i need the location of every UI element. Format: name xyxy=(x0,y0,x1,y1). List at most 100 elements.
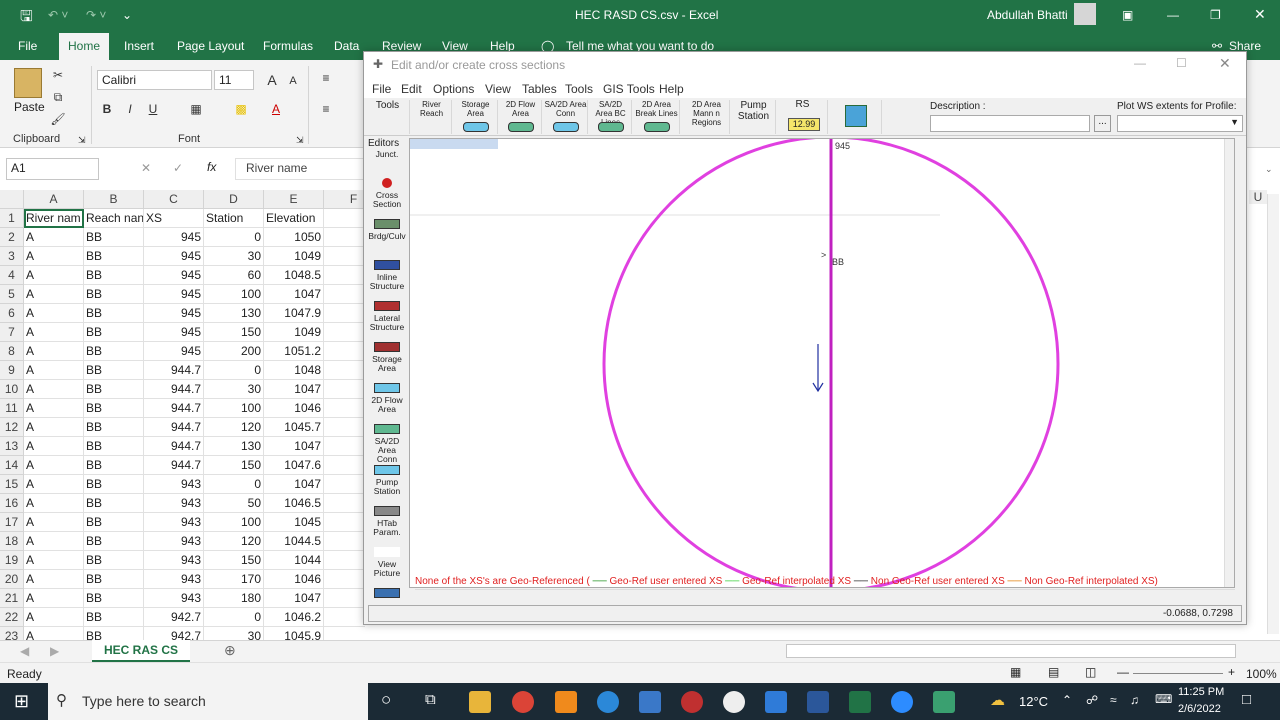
edge-icon[interactable] xyxy=(597,691,619,713)
row-header[interactable]: 23 xyxy=(0,627,24,640)
italic-button[interactable]: I xyxy=(120,100,140,118)
tab-insert[interactable]: Insert xyxy=(124,39,154,53)
menu-tables[interactable]: Tables xyxy=(522,82,557,96)
shrink-font-button[interactable]: A xyxy=(283,72,303,90)
confirm-entry-icon[interactable]: ✓ xyxy=(173,161,183,175)
name-box[interactable]: A1 xyxy=(6,158,99,180)
weather-icon[interactable]: ☁ xyxy=(990,691,1005,709)
sheet-cell[interactable]: BB xyxy=(84,361,144,380)
editor-inline-structure-button[interactable]: Inline Structure xyxy=(367,273,407,313)
sheet-cell[interactable]: BB xyxy=(84,418,144,437)
sheet-cell[interactable]: 100 xyxy=(204,399,264,418)
sheet-cell[interactable]: 944.7 xyxy=(144,380,204,399)
grow-font-button[interactable]: A xyxy=(262,71,282,89)
sheet-cell[interactable]: 100 xyxy=(204,285,264,304)
sheet-cell[interactable] xyxy=(324,247,365,266)
sheet-cell[interactable]: 50 xyxy=(204,494,264,513)
page-layout-view-icon[interactable]: ▤ xyxy=(1048,665,1059,679)
row-header[interactable]: 4 xyxy=(0,266,24,285)
sheet-cell[interactable]: A xyxy=(24,589,84,608)
save-icon[interactable]: 🖫 xyxy=(20,6,33,31)
sheet-cell[interactable]: BB xyxy=(84,570,144,589)
sheet-cell[interactable]: 945 xyxy=(144,304,204,323)
rs-button[interactable]: RS 12.99 xyxy=(778,100,828,134)
sheet-cell[interactable]: 943 xyxy=(144,475,204,494)
sheet-tab-hec-ras-cs[interactable]: HEC RAS CS xyxy=(92,640,191,662)
format-painter-icon[interactable]: 🖌 xyxy=(48,110,68,128)
normal-view-icon[interactable]: ▦ xyxy=(1010,665,1021,679)
sheet-cell[interactable]: A xyxy=(24,437,84,456)
sheet-cell[interactable]: BB xyxy=(84,551,144,570)
add-sheet-icon[interactable]: ⊕ xyxy=(224,642,236,659)
customize-qat-icon[interactable]: ⌄ xyxy=(122,8,132,22)
sheet-cell[interactable]: 1045.9 xyxy=(264,627,324,640)
column-header[interactable]: C xyxy=(144,190,204,209)
column-header[interactable]: A xyxy=(24,190,84,209)
sheet-cell[interactable]: 150 xyxy=(204,456,264,475)
row-header[interactable]: 6 xyxy=(0,304,24,323)
sheet-cell[interactable]: A xyxy=(24,399,84,418)
sheet-cell[interactable]: 1046.2 xyxy=(264,608,324,627)
sheet-cell[interactable]: 942.7 xyxy=(144,608,204,627)
sheet-cell[interactable]: BB xyxy=(84,589,144,608)
task-view-icon[interactable]: ⧉ xyxy=(425,691,436,708)
editor-cross-section-button[interactable]: Cross Section xyxy=(367,191,407,231)
sheet-cell[interactable]: 943 xyxy=(144,551,204,570)
row-header[interactable]: 7 xyxy=(0,323,24,342)
sheet-cell[interactable]: A xyxy=(24,228,84,247)
sheet-cell[interactable] xyxy=(324,494,365,513)
zoom-out-icon[interactable]: — xyxy=(1117,665,1129,679)
sheet-cell[interactable]: 1049 xyxy=(264,247,324,266)
mail-icon[interactable] xyxy=(765,691,787,713)
profile-select[interactable]: ▼ xyxy=(1117,115,1243,132)
sheet-cell[interactable]: 1047.9 xyxy=(264,304,324,323)
expand-formula-icon[interactable]: ⌄ xyxy=(1265,164,1273,175)
column-header[interactable]: B xyxy=(84,190,144,209)
sheet-cell[interactable]: XS xyxy=(144,209,204,228)
tools-button[interactable]: Tools xyxy=(366,100,410,134)
sheet-cell[interactable]: 1048.5 xyxy=(264,266,324,285)
volume-icon[interactable]: ♫ xyxy=(1130,693,1139,707)
hec-minimize-icon[interactable]: — xyxy=(1134,56,1146,70)
redo-icon[interactable]: ↷ ˅ xyxy=(86,8,106,22)
sheet-cell[interactable]: BB xyxy=(84,513,144,532)
menu-view[interactable]: View xyxy=(485,82,511,96)
sheet-cell[interactable]: 945 xyxy=(144,228,204,247)
sheet-cell[interactable]: 945 xyxy=(144,323,204,342)
copy-icon[interactable]: ⧉ xyxy=(48,88,68,106)
clock-date[interactable]: 2/6/2022 xyxy=(1178,703,1221,715)
sheet-cell[interactable]: 150 xyxy=(204,323,264,342)
row-header[interactable]: 20 xyxy=(0,570,24,589)
prev-sheet-icon[interactable]: ◀ xyxy=(20,644,29,658)
sheet-cell[interactable] xyxy=(324,323,365,342)
bold-button[interactable]: B xyxy=(97,100,117,118)
sheet-cell[interactable]: A xyxy=(24,532,84,551)
sheet-cell[interactable]: 150 xyxy=(204,551,264,570)
schematic-svg[interactable]: 945 > BB xyxy=(410,135,1234,593)
menu-options[interactable]: Options xyxy=(433,82,474,96)
sheet-cell[interactable]: 943 xyxy=(144,589,204,608)
menu-file[interactable]: File xyxy=(372,82,391,96)
close-icon[interactable]: ✕ xyxy=(1254,6,1266,23)
sheet-cell[interactable]: A xyxy=(24,323,84,342)
row-header[interactable]: 21 xyxy=(0,589,24,608)
sheet-cell[interactable]: A xyxy=(24,247,84,266)
tab-data[interactable]: Data xyxy=(334,39,359,53)
sheet-cell[interactable]: 0 xyxy=(204,361,264,380)
sheet-cell[interactable]: 60 xyxy=(204,266,264,285)
sheet-cell[interactable]: 944.7 xyxy=(144,418,204,437)
sheet-cell[interactable]: 0 xyxy=(204,608,264,627)
font-name-select[interactable]: Calibri xyxy=(97,70,212,90)
user-name[interactable]: Abdullah Bhatti xyxy=(987,8,1068,22)
sheet-cell[interactable]: 130 xyxy=(204,437,264,456)
row-header[interactable]: 15 xyxy=(0,475,24,494)
fill-color-icon[interactable]: ▩ xyxy=(231,100,251,118)
next-sheet-icon[interactable]: ▶ xyxy=(50,644,59,658)
font-size-select[interactable]: 11 xyxy=(214,70,254,90)
sheet-cell[interactable]: 1046 xyxy=(264,399,324,418)
sheet-cell[interactable]: 1044.5 xyxy=(264,532,324,551)
temperature[interactable]: 12°C xyxy=(1019,694,1048,709)
sheet-cell[interactable]: BB xyxy=(84,285,144,304)
sheet-cell[interactable]: BB xyxy=(84,323,144,342)
sheet-cell[interactable]: BB xyxy=(84,475,144,494)
